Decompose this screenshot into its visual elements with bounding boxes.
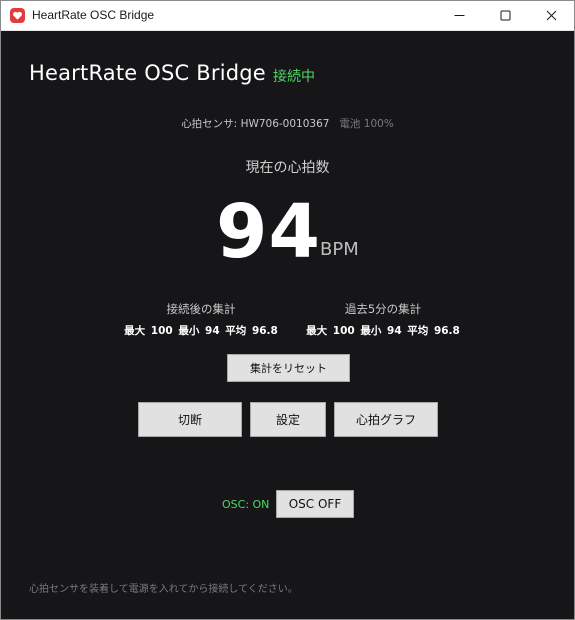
- stats-last-5min-values: 最大 100 最小 94 平均 96.8: [306, 325, 460, 337]
- stats-since-connect-title: 接続後の集計: [166, 302, 236, 316]
- minimize-button[interactable]: [436, 1, 482, 30]
- title-bar[interactable]: HeartRate OSC Bridge: [1, 1, 574, 31]
- maximize-icon: [500, 10, 510, 21]
- close-icon: [546, 10, 556, 21]
- stats-last-5min: 過去5分の集計 最大 100 最小 94 平均 96.8: [293, 301, 473, 338]
- heart-app-icon: [10, 8, 25, 23]
- connection-status: 接続中: [273, 69, 315, 85]
- sensor-row: 心拍センサ: HW706-0010367 電池 100%: [1, 116, 574, 131]
- stats-since-connect-values: 最大 100 最小 94 平均 96.8: [124, 325, 278, 337]
- disconnect-button[interactable]: 切断: [138, 402, 242, 437]
- sensor-info: 心拍センサ: HW706-0010367: [181, 118, 330, 130]
- close-button[interactable]: [528, 1, 574, 30]
- bpm-value: 94: [216, 189, 321, 275]
- osc-status: OSC: ON: [222, 498, 270, 511]
- bpm-unit: BPM: [320, 239, 359, 260]
- maximize-button[interactable]: [482, 1, 528, 30]
- osc-off-button[interactable]: OSC OFF: [276, 490, 354, 518]
- heart-rate-graph-button[interactable]: 心拍グラフ: [334, 402, 438, 437]
- reset-stats-button[interactable]: 集計をリセット: [227, 354, 350, 382]
- window-title: HeartRate OSC Bridge: [32, 8, 155, 22]
- app-window: HeartRate OSC Bridge HeartRate OSC Bridg…: [0, 0, 575, 620]
- battery-level: 電池 100%: [339, 118, 394, 130]
- footer-hint: 心拍センサを装着して電源を入れてから接続してください。: [29, 584, 298, 595]
- stats-since-connect: 接続後の集計 最大 100 最小 94 平均 96.8: [111, 301, 291, 338]
- settings-button[interactable]: 設定: [250, 402, 326, 437]
- stats-last-5min-title: 過去5分の集計: [344, 302, 422, 316]
- app-title: HeartRate OSC Bridge: [29, 61, 266, 85]
- heart-rate-label: 現在の心拍数: [245, 160, 330, 176]
- minimize-icon: [454, 15, 464, 16]
